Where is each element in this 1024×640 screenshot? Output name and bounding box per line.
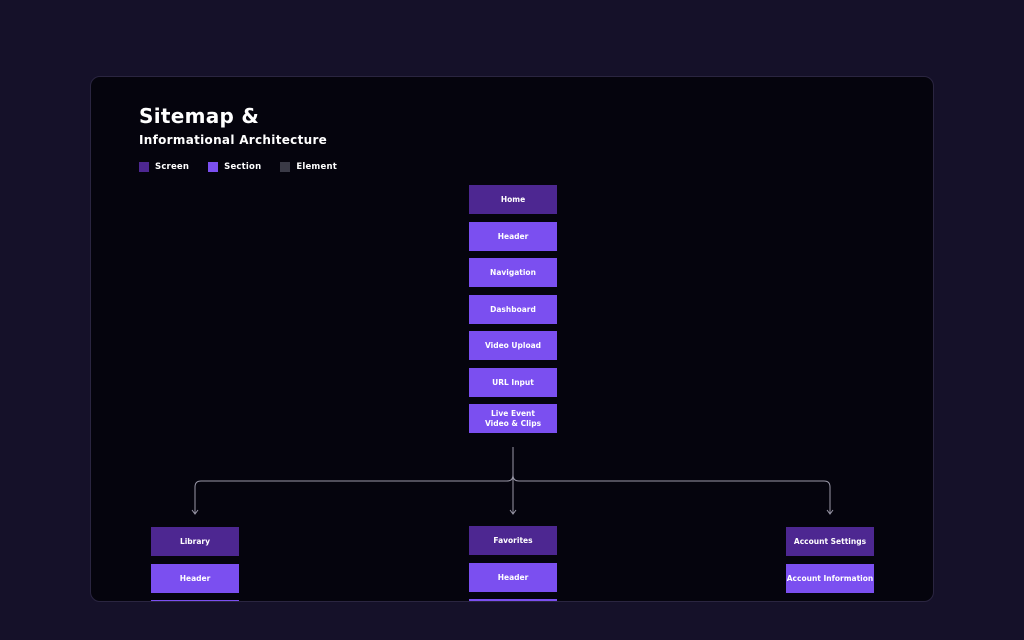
node-account-information[interactable]: Account Information — [786, 564, 874, 593]
node-library-more[interactable] — [151, 600, 239, 601]
node-navigation[interactable]: Navigation — [469, 258, 557, 287]
node-home[interactable]: Home — [469, 185, 557, 214]
node-live-event[interactable]: Live Event Video & Clips — [469, 404, 557, 433]
node-url-input[interactable]: URL Input — [469, 368, 557, 397]
node-favorites[interactable]: Favorites — [469, 526, 557, 555]
sitemap-panel: Sitemap & Informational Architecture Scr… — [90, 76, 934, 602]
node-library[interactable]: Library — [151, 527, 239, 556]
node-favorites-more[interactable] — [469, 599, 557, 601]
node-home-header[interactable]: Header — [469, 222, 557, 251]
node-library-header[interactable]: Header — [151, 564, 239, 593]
node-dashboard[interactable]: Dashboard — [469, 295, 557, 324]
connector-home-to-account — [512, 474, 831, 513]
node-account-settings[interactable]: Account Settings — [786, 527, 874, 556]
node-favorites-header[interactable]: Header — [469, 563, 557, 592]
connector-home-to-library — [194, 474, 514, 513]
node-video-upload[interactable]: Video Upload — [469, 331, 557, 360]
